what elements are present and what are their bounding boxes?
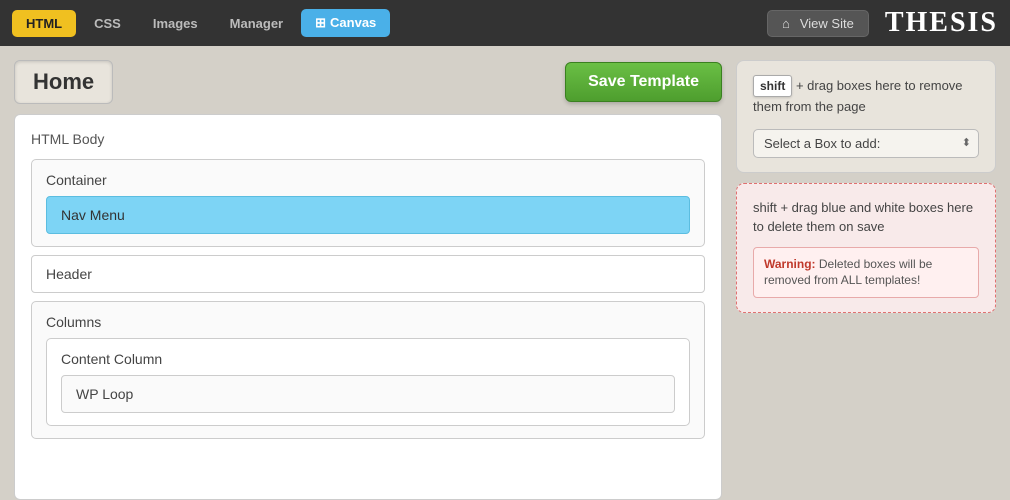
shift-key-2: shift bbox=[753, 200, 777, 215]
save-template-button[interactable]: Save Template bbox=[565, 62, 722, 102]
top-nav: HTML CSS Images Manager Canvas View Site… bbox=[0, 0, 1010, 46]
tab-css[interactable]: CSS bbox=[80, 10, 135, 37]
page-title-bar: Home Save Template bbox=[14, 60, 722, 104]
main-area: Home Save Template HTML Body Container N… bbox=[0, 46, 1010, 500]
view-site-button[interactable]: View Site bbox=[767, 10, 869, 37]
columns-label: Columns bbox=[46, 314, 690, 330]
columns-box[interactable]: Columns Content Column WP Loop bbox=[31, 301, 705, 439]
warning-box: Warning: Deleted boxes will be removed f… bbox=[753, 247, 979, 299]
container-box[interactable]: Container Nav Menu bbox=[31, 159, 705, 247]
nav-tabs: HTML CSS Images Manager Canvas bbox=[12, 9, 390, 37]
shift-key-1: shift bbox=[753, 75, 792, 97]
header-box[interactable]: Header bbox=[31, 255, 705, 293]
warning-label: Warning: bbox=[764, 257, 816, 271]
content-column-box[interactable]: Content Column WP Loop bbox=[46, 338, 690, 426]
tab-manager[interactable]: Manager bbox=[216, 10, 297, 37]
right-panel: shift + drag boxes here to remove them f… bbox=[736, 60, 996, 500]
delete-hint-card: shift + drag blue and white boxes here t… bbox=[736, 183, 996, 314]
select-box-wrapper[interactable]: Select a Box to add: bbox=[753, 129, 979, 158]
delete-hint-text: + drag blue and white boxes here to dele… bbox=[753, 200, 973, 235]
tab-canvas[interactable]: Canvas bbox=[301, 9, 390, 37]
content-column-label: Content Column bbox=[61, 351, 675, 367]
tab-images[interactable]: Images bbox=[139, 10, 212, 37]
wp-loop-box[interactable]: WP Loop bbox=[61, 375, 675, 413]
left-panel: Home Save Template HTML Body Container N… bbox=[14, 60, 722, 500]
nav-menu-box[interactable]: Nav Menu bbox=[46, 196, 690, 234]
canvas-area: HTML Body Container Nav Menu Header Colu… bbox=[14, 114, 722, 500]
html-body-label: HTML Body bbox=[31, 131, 705, 147]
tab-html[interactable]: HTML bbox=[12, 10, 76, 37]
page-title: Home bbox=[14, 60, 113, 104]
drag-hint-card: shift + drag boxes here to remove them f… bbox=[736, 60, 996, 173]
select-box-row: Select a Box to add: bbox=[753, 129, 979, 158]
container-label: Container bbox=[46, 172, 690, 188]
nav-right: View Site THESIS bbox=[767, 7, 998, 39]
canvas-icon bbox=[315, 15, 330, 30]
thesis-logo: THESIS bbox=[885, 7, 998, 39]
house-icon bbox=[782, 16, 794, 31]
select-box-dropdown[interactable]: Select a Box to add: bbox=[753, 129, 979, 158]
